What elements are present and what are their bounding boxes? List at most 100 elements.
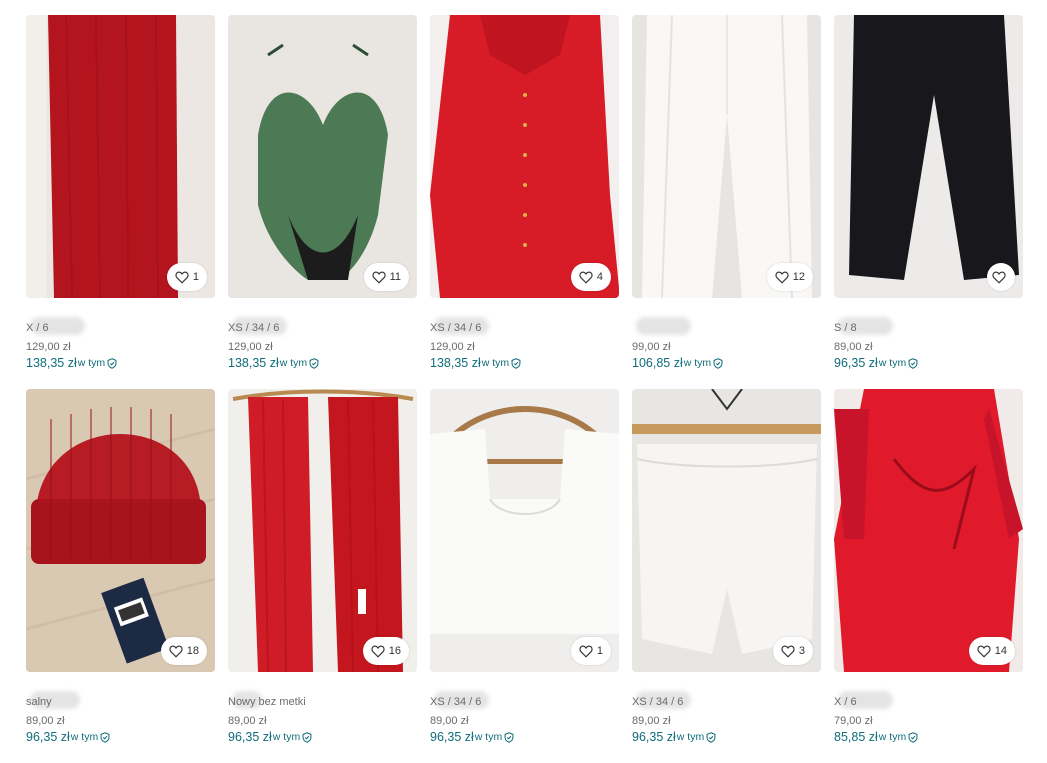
shield-check-icon (713, 358, 723, 369)
total-amount: 96,35 zł (834, 356, 878, 370)
favorite-button[interactable]: 1 (166, 263, 207, 291)
favorite-count: 3 (798, 645, 805, 657)
buyer-protection-label: w tym (474, 731, 503, 743)
item-card[interactable]: 14 X / 6 79,00 zł 85,85 zł w tym (834, 389, 1023, 763)
item-card[interactable]: 11 XS / 34 / 6 129,00 zł 138,35 zł w tym (228, 15, 417, 389)
item-photo[interactable]: 18 (26, 389, 215, 672)
item-subtitle: X / 6 (834, 691, 1023, 710)
item-photo[interactable]: 14 (834, 389, 1023, 672)
item-meta: XS / 34 / 6 89,00 zł 96,35 zł w tym (430, 672, 619, 745)
item-price: 89,00 zł (834, 341, 873, 353)
favorite-count: 16 (388, 645, 401, 657)
buyer-protection-label: w tym (272, 731, 301, 743)
item-subtitle: salny (26, 691, 215, 710)
heart-icon (775, 271, 789, 284)
item-photo[interactable]: 11 (228, 15, 417, 298)
total-amount: 138,35 zł (228, 356, 279, 370)
item-card[interactable]: 12 99,00 zł 106,85 zł w tym (632, 15, 821, 389)
item-photo[interactable]: 12 (632, 15, 821, 298)
buyer-protection-label: w tym (683, 357, 712, 369)
item-card[interactable]: 16 Nowy bez metki 89,00 zł 96,35 zł w ty… (228, 389, 417, 763)
item-photo-image (834, 389, 1023, 672)
heart-icon (992, 271, 1006, 284)
item-photo[interactable]: 1 (430, 389, 619, 672)
total-amount: 96,35 zł (632, 730, 676, 744)
favorite-count: 14 (994, 645, 1007, 657)
item-total-price: 96,35 zł w tym (632, 730, 821, 745)
heart-icon (977, 645, 991, 658)
item-photo[interactable]: 3 (632, 389, 821, 672)
item-card[interactable]: 1 XS / 34 / 6 89,00 zł 96,35 zł w tym (430, 389, 619, 763)
item-card[interactable]: 1 X / 6 129,00 zł 138,35 zł w tym (26, 15, 215, 389)
item-price: 89,00 zł (26, 715, 65, 727)
shield-check-icon (706, 732, 716, 743)
item-photo[interactable]: 4 (430, 15, 619, 298)
item-photo[interactable]: 1 (26, 15, 215, 298)
buyer-protection-label: w tym (279, 357, 308, 369)
item-photo[interactable] (834, 15, 1023, 298)
item-subtitle (632, 317, 821, 336)
item-price: 129,00 zł (430, 341, 475, 353)
favorite-button[interactable] (987, 263, 1015, 291)
item-photo-image (26, 15, 215, 298)
item-total-price: 96,35 zł w tym (26, 730, 215, 745)
favorite-button[interactable]: 11 (363, 263, 409, 291)
item-photo-image (228, 15, 417, 298)
shield-check-icon (302, 732, 312, 743)
favorite-button[interactable]: 12 (766, 263, 813, 291)
shield-check-icon (511, 358, 521, 369)
favorite-button[interactable]: 14 (968, 637, 1015, 665)
item-photo[interactable]: 16 (228, 389, 417, 672)
buyer-protection-label: w tym (481, 357, 510, 369)
item-grid: 1 X / 6 129,00 zł 138,35 zł w tym 11 XS … (26, 15, 1023, 763)
favorite-button[interactable]: 18 (160, 637, 207, 665)
item-price: 129,00 zł (228, 341, 273, 353)
item-meta: XS / 34 / 6 89,00 zł 96,35 zł w tym (632, 672, 821, 745)
total-amount: 96,35 zł (26, 730, 70, 744)
item-card[interactable]: 18 salny 89,00 zł 96,35 zł w tym (26, 389, 215, 763)
item-total-price: 96,35 zł w tym (430, 730, 619, 745)
item-total-price: 106,85 zł w tym (632, 356, 821, 371)
item-photo-image (26, 389, 215, 672)
item-photo-image (632, 389, 821, 672)
favorite-count: 1 (596, 645, 603, 657)
total-amount: 106,85 zł (632, 356, 683, 370)
item-card[interactable]: S / 8 89,00 zł 96,35 zł w tym (834, 15, 1023, 389)
favorite-count: 18 (186, 645, 199, 657)
favorite-button[interactable]: 4 (570, 263, 611, 291)
shield-check-icon (100, 732, 110, 743)
favorite-count: 12 (792, 271, 805, 283)
total-amount: 96,35 zł (228, 730, 272, 744)
heart-icon (781, 645, 795, 658)
item-meta: X / 6 79,00 zł 85,85 zł w tym (834, 672, 1023, 745)
item-subtitle: S / 8 (834, 317, 1023, 336)
item-total-price: 96,35 zł w tym (834, 356, 1023, 371)
favorite-button[interactable]: 3 (772, 637, 813, 665)
favorite-button[interactable]: 1 (570, 637, 611, 665)
shield-check-icon (908, 732, 918, 743)
item-price: 129,00 zł (26, 341, 71, 353)
heart-icon (169, 645, 183, 658)
item-meta: Nowy bez metki 89,00 zł 96,35 zł w tym (228, 672, 417, 745)
buyer-protection-label: w tym (878, 357, 907, 369)
item-price: 89,00 zł (632, 715, 671, 727)
buyer-protection-label: w tym (878, 731, 907, 743)
item-total-price: 96,35 zł w tym (228, 730, 417, 745)
total-amount: 96,35 zł (430, 730, 474, 744)
item-meta: XS / 34 / 6 129,00 zł 138,35 zł w tym (430, 298, 619, 371)
heart-icon (175, 271, 189, 284)
item-photo-image (834, 15, 1023, 298)
favorite-button[interactable]: 16 (362, 637, 409, 665)
item-price: 89,00 zł (228, 715, 267, 727)
item-total-price: 138,35 zł w tym (430, 356, 619, 371)
item-subtitle: X / 6 (26, 317, 215, 336)
item-subtitle: XS / 34 / 6 (430, 317, 619, 336)
total-amount: 138,35 zł (26, 356, 77, 370)
item-photo-image (430, 15, 619, 298)
item-card[interactable]: 3 XS / 34 / 6 89,00 zł 96,35 zł w tym (632, 389, 821, 763)
item-price: 99,00 zł (632, 341, 671, 353)
item-card[interactable]: 4 XS / 34 / 6 129,00 zł 138,35 zł w tym (430, 15, 619, 389)
item-subtitle: XS / 34 / 6 (430, 691, 619, 710)
favorite-count: 4 (596, 271, 603, 283)
item-meta: salny 89,00 zł 96,35 zł w tym (26, 672, 215, 745)
